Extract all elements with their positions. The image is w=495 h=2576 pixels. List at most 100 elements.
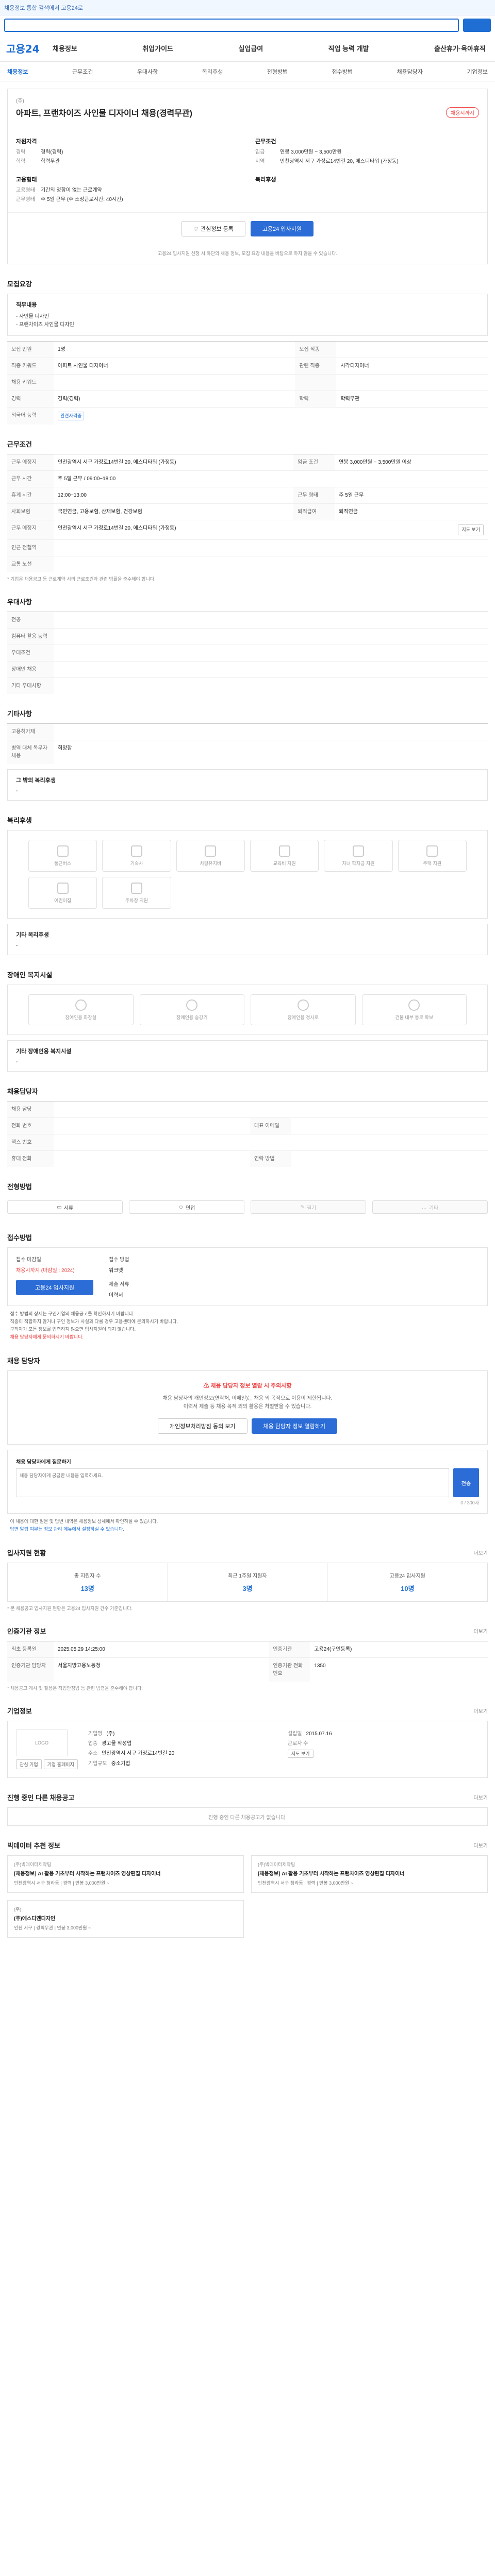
apply-button-label: 고용24 입사지원: [262, 226, 302, 232]
cell-value: [54, 645, 488, 662]
welfare-item: 주택 지원: [398, 840, 467, 872]
welfare-item-label: 기숙사: [130, 860, 143, 866]
tab-selection[interactable]: 전형방법: [267, 67, 288, 76]
prefer-title-text: 우대사항: [7, 598, 32, 606]
tab-welfare[interactable]: 복리후생: [202, 67, 223, 76]
method-label: 필기: [306, 1205, 317, 1211]
nav-item-parental[interactable]: 출산휴가·육아휴직: [434, 43, 486, 53]
company-map-button[interactable]: 지도 보기: [287, 1750, 314, 1758]
recommend-card[interactable]: (주)빅데이터제작팀 [채용정보] AI 활용 기초부터 시작하는 프랜차이즈 …: [251, 1855, 488, 1893]
recommend-company: (주): [14, 1907, 22, 1912]
table-row: 고용허가제: [7, 723, 488, 740]
conditions-table: 근무 예정지 인천광역시 서구 가정로14번길 20, 에스디타워 (가정동) 임금…: [7, 454, 488, 572]
org-title-text: 인증기관 정보: [7, 1628, 46, 1635]
map-view-button[interactable]: 지도 보기: [458, 524, 484, 535]
prefer-table: 전공 컴퓨터 활용 능력 우대조건 장애인 채용 기타 우대사항: [7, 612, 488, 694]
nav-item-guide[interactable]: 취업가이드: [142, 43, 173, 53]
list-item: · 접수 방법의 상세는 구인기업의 채용공고를 확인하시기 바랍니다.: [7, 1311, 135, 1316]
cell-label: 인증기관 전화번호: [269, 1657, 310, 1682]
document-icon: ▭: [57, 1204, 62, 1210]
search-button[interactable]: [463, 19, 491, 32]
recommend-section-title: 빅데이터 추천 정보 더보기: [7, 1840, 488, 1850]
cell-value: 연봉 3,000만원 ~ 3,500만원 이상: [335, 454, 488, 471]
cell-label: 근무 형태: [293, 487, 335, 504]
recommend-card[interactable]: (주)빅데이터제작팀 [채용정보] AI 활용 기초부터 시작하는 프랜차이즈 …: [7, 1855, 244, 1893]
cell-label: 휴게 시간: [7, 487, 54, 504]
cell-value: [54, 661, 488, 678]
recommend-more-link[interactable]: 더보기: [473, 1841, 488, 1849]
tab-company[interactable]: 기업정보: [467, 67, 487, 76]
top-notice-bar: 채용정보 통합 검색에서 고용24로: [0, 0, 495, 15]
follow-company-button[interactable]: 관심 기업: [16, 1759, 42, 1769]
table-row: 전공: [7, 612, 488, 629]
cell-value: 주 5일 근무 / 09:00~18:00: [54, 470, 488, 487]
tab-prefer[interactable]: 우대사항: [137, 67, 158, 76]
cell-label: 고용허가제: [7, 723, 54, 740]
cell-value: [54, 628, 488, 645]
summary-region-value: 인천광역시 서구 가정로14번길 20, 에스디타워 (가정동): [280, 159, 399, 164]
company-more-link[interactable]: 더보기: [473, 1707, 488, 1715]
nav-item-unemployment[interactable]: 실업급여: [238, 43, 263, 53]
company-info-label: 업종: [88, 1741, 98, 1747]
recommend-company: (주)빅데이터제작팀: [14, 1862, 52, 1867]
disabled-box: 장애인용 화장실 장애인용 승강기 장애인용 경사로 건물 내부 통로 확보: [7, 985, 488, 1035]
warning-heading: 채용 담당자 정보 열람 시 주의사항: [210, 1383, 292, 1389]
baby-icon: [57, 882, 69, 894]
prefer-section-title: 우대사항: [7, 597, 488, 606]
summary-emp-type-value: 기간의 정함이 없는 근로계약: [41, 188, 102, 193]
apply-title-text: 접수방법: [7, 1234, 32, 1242]
recommend-meta: 인천광역시 서구 청라동 | 경력 | 연봉 3,000만원 ~: [14, 1880, 109, 1886]
welfare-other-value: -: [16, 943, 18, 948]
qna-textarea[interactable]: [16, 1468, 449, 1497]
cell-value: [54, 1101, 488, 1118]
tab-apply[interactable]: 접수방법: [332, 67, 353, 76]
selection-section-title: 전형방법: [7, 1181, 488, 1191]
stat-value: 13명: [80, 1585, 94, 1592]
company-homepage-button[interactable]: 기업 홈페이지: [43, 1759, 78, 1769]
deadline-badge: 채용시까지: [446, 107, 479, 118]
disabled-other-value: -: [16, 1059, 18, 1065]
language-tag: 관련자격증: [58, 412, 85, 420]
recommend-card[interactable]: (주) (주)에스디엔디자인 인천 서구 | 경력무관 | 연봉 3,000만원…: [7, 1900, 244, 1938]
disabled-item: 장애인용 경사로: [251, 994, 356, 1025]
stat-label: 최근 1주일 지원자: [228, 1573, 267, 1579]
cell-value: 서울지방고용노동청: [54, 1657, 269, 1682]
stats-more-link[interactable]: 더보기: [473, 1549, 488, 1556]
scrap-button[interactable]: ♡ 관심정보 등록: [182, 221, 245, 236]
apply-button[interactable]: 고용24 입사지원: [250, 221, 314, 236]
cell-value: [54, 1150, 250, 1167]
cell-label: 팩스 번호: [7, 1134, 54, 1151]
recruit-table: 모집 인원 1명 모집 직종 직종 키워드 아파트 사인물 디자이너 관련 직종 시각디자…: [7, 341, 488, 425]
table-row: 인근 전철역: [7, 539, 488, 556]
company-info-label: 기업명: [88, 1731, 103, 1737]
method-label: 면접: [185, 1205, 195, 1211]
disabled-item-label: 장애인용 승강기: [176, 1014, 208, 1020]
search-input[interactable]: [4, 19, 459, 32]
tab-manager[interactable]: 채용담당자: [397, 67, 423, 76]
nav-item-jobs[interactable]: 채용정보: [53, 43, 77, 53]
recruit-section-title: 모집요강: [7, 279, 488, 289]
view-manager-button[interactable]: 채용 담당자 정보 열람하기: [251, 1418, 338, 1434]
cell-value: [54, 1117, 250, 1134]
method-label: 서류: [63, 1205, 73, 1211]
table-row: 휴대 전화 연락 방법: [7, 1150, 488, 1167]
apply-docs-value: 이력서: [109, 1293, 123, 1298]
company-title-text: 기업정보: [7, 1707, 32, 1715]
qna-char-count: 0 / 300자: [460, 1500, 479, 1505]
welfare-item: 기숙사: [102, 840, 171, 872]
etc-section-title: 기타사항: [7, 708, 488, 718]
table-row: 병역 대체 복무자 채용 희망함: [7, 740, 488, 764]
summary-qualification-heading: 자원자격: [16, 139, 37, 145]
qna-send-button[interactable]: 전송: [453, 1468, 479, 1497]
apply-box-button[interactable]: 고용24 입사지원: [16, 1280, 93, 1295]
privacy-policy-button[interactable]: 개인정보처리방침 동의 보기: [157, 1418, 248, 1434]
others-more-link[interactable]: 더보기: [473, 1793, 488, 1801]
summary-salary-value: 연봉 3,000만원 ~ 3,500만원: [280, 149, 342, 155]
summary-region-label: 지역: [255, 159, 265, 164]
tab-conditions[interactable]: 근무조건: [72, 67, 93, 76]
nav-item-training[interactable]: 직업 능력 개발: [328, 43, 369, 53]
welfare-item-label: 교육비 지원: [273, 860, 296, 866]
org-more-link[interactable]: 더보기: [473, 1627, 488, 1635]
site-logo[interactable]: 고용24: [6, 41, 53, 56]
tab-recruit[interactable]: 채용정보: [7, 67, 28, 76]
